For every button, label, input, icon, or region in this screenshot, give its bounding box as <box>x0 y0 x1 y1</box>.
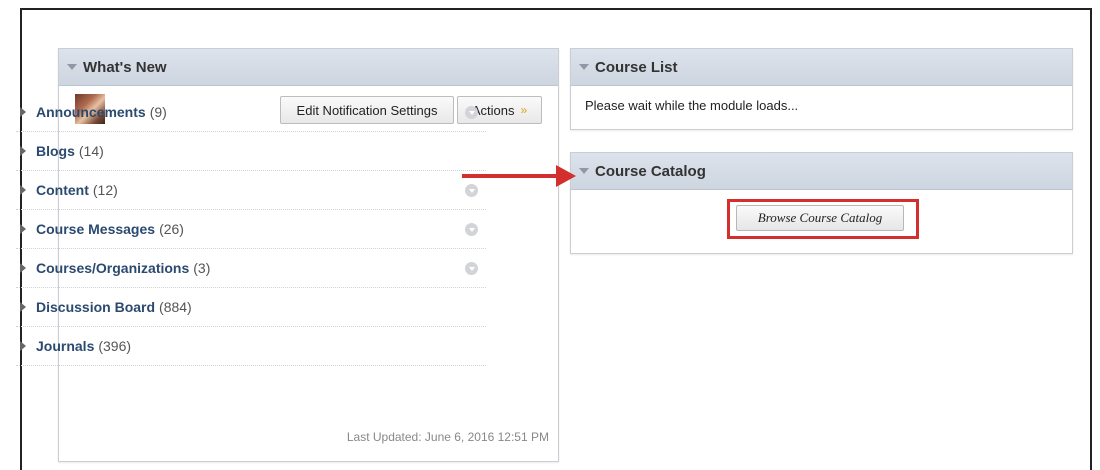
annotation-arrow-head-icon <box>556 165 576 187</box>
item-count: (9) <box>149 104 167 120</box>
item-count: (884) <box>159 299 192 315</box>
expand-triangle-icon[interactable] <box>20 341 26 351</box>
item-count: (14) <box>78 143 104 159</box>
course-catalog-body: Browse Course Catalog <box>571 190 1072 253</box>
item-label[interactable]: Discussion Board <box>36 299 155 315</box>
item-label[interactable]: Announcements <box>36 104 146 120</box>
course-list-title: Course List <box>595 58 678 76</box>
options-menu-icon[interactable] <box>465 262 478 275</box>
double-chevron-down-icon: » <box>520 103 528 117</box>
collapse-triangle-icon[interactable] <box>579 168 589 174</box>
expand-triangle-icon[interactable] <box>20 263 26 273</box>
item-label[interactable]: Content <box>36 182 89 198</box>
whats-new-header[interactable]: What's New <box>59 49 558 86</box>
course-catalog-title: Course Catalog <box>595 162 706 180</box>
item-label[interactable]: Blogs <box>36 143 75 159</box>
list-item[interactable]: Course Messages (26) <box>16 210 486 249</box>
course-list-message: Please wait while the module loads... <box>585 98 799 113</box>
collapse-triangle-icon[interactable] <box>579 64 589 70</box>
item-count: (12) <box>92 182 118 198</box>
last-updated-text: Last Updated: June 6, 2016 12:51 PM <box>346 430 549 444</box>
options-menu-icon[interactable] <box>465 184 478 197</box>
expand-triangle-icon[interactable] <box>20 302 26 312</box>
course-list-header[interactable]: Course List <box>571 49 1072 86</box>
options-menu-icon[interactable] <box>465 223 478 236</box>
course-catalog-module: Course Catalog Browse Course Catalog <box>570 152 1073 254</box>
collapse-triangle-icon[interactable] <box>67 64 77 70</box>
whats-new-title: What's New <box>83 58 167 76</box>
expand-triangle-icon[interactable] <box>20 185 26 195</box>
list-item[interactable]: Courses/Organizations (3) <box>16 249 486 288</box>
list-item[interactable]: Discussion Board (884) <box>16 288 486 327</box>
expand-triangle-icon[interactable] <box>20 146 26 156</box>
item-label[interactable]: Course Messages <box>36 221 155 237</box>
course-list-module: Course List Please wait while the module… <box>570 48 1073 130</box>
list-item[interactable]: Announcements (9) <box>16 93 486 132</box>
item-label[interactable]: Courses/Organizations <box>36 260 189 276</box>
expand-triangle-icon[interactable] <box>20 224 26 234</box>
options-menu-icon[interactable] <box>465 106 478 119</box>
whats-new-list: Announcements (9) Blogs (14) Content (12… <box>16 93 486 366</box>
expand-triangle-icon[interactable] <box>20 107 26 117</box>
list-item[interactable]: Blogs (14) <box>16 132 486 171</box>
item-label[interactable]: Journals <box>36 338 94 354</box>
list-item[interactable]: Journals (396) <box>16 327 486 366</box>
list-item[interactable]: Content (12) <box>16 171 486 210</box>
browse-course-catalog-button[interactable]: Browse Course Catalog <box>736 205 904 231</box>
item-count: (3) <box>193 260 211 276</box>
annotation-arrow-line <box>462 174 562 178</box>
course-catalog-header[interactable]: Course Catalog <box>571 153 1072 190</box>
item-count: (396) <box>98 338 132 354</box>
item-count: (26) <box>159 221 184 237</box>
